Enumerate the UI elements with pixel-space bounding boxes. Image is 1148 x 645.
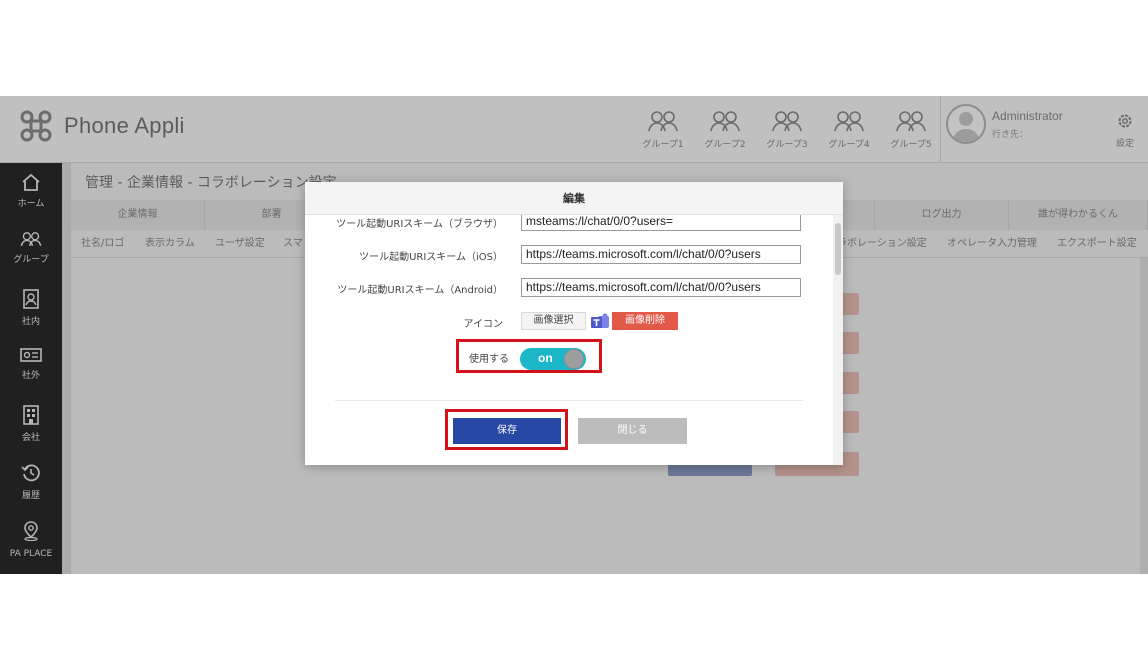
icon-label: アイコン	[463, 319, 504, 330]
field-row-browser-uri: ツール起動URIスキーム（ブラウザ） msteams:/l/chat/0/0?u…	[305, 215, 833, 232]
scrollbar-thumb[interactable]	[835, 223, 841, 275]
field-row-android-uri: ツール起動URIスキーム（Android） https://teams.micr…	[305, 278, 833, 298]
android-uri-input[interactable]: https://teams.microsoft.com/l/chat/0/0?u…	[521, 278, 801, 297]
select-image-button[interactable]: 画像選択	[521, 312, 586, 330]
dialog-body: ツール起動URIスキーム（ブラウザ） msteams:/l/chat/0/0?u…	[305, 215, 843, 465]
field-row-ios-uri: ツール起動URIスキーム（iOS） https://teams.microsof…	[305, 245, 833, 265]
save-button[interactable]: 保存	[453, 418, 561, 444]
field-row-icon: アイコン 画像選択 画像削除	[305, 312, 833, 332]
use-toggle[interactable]: on	[520, 348, 586, 370]
field-row-use: 使用する on	[305, 339, 833, 373]
field-label: ツール起動URIスキーム（ブラウザ）	[336, 219, 503, 230]
toggle-knob	[564, 349, 584, 369]
use-label: 使用する	[469, 354, 509, 365]
dialog-divider	[335, 400, 803, 401]
dialog-title: 編集	[305, 182, 843, 215]
toggle-state: on	[538, 351, 553, 365]
browser-uri-input[interactable]: msteams:/l/chat/0/0?users=	[521, 215, 801, 231]
edit-dialog: 編集 ツール起動URIスキーム（ブラウザ） msteams:/l/chat/0/…	[305, 182, 843, 465]
field-label: ツール起動URIスキーム（Android）	[337, 285, 503, 296]
app-window: Phone Appli グループ1 グループ2 グループ3 グループ4 グループ…	[0, 96, 1148, 574]
delete-image-button[interactable]: 画像削除	[612, 312, 678, 330]
dialog-scrollbar[interactable]	[833, 215, 843, 465]
teams-icon	[591, 313, 609, 328]
close-button[interactable]: 閉じる	[578, 418, 687, 444]
field-label: ツール起動URIスキーム（iOS）	[359, 252, 503, 263]
ios-uri-input[interactable]: https://teams.microsoft.com/l/chat/0/0?u…	[521, 245, 801, 264]
